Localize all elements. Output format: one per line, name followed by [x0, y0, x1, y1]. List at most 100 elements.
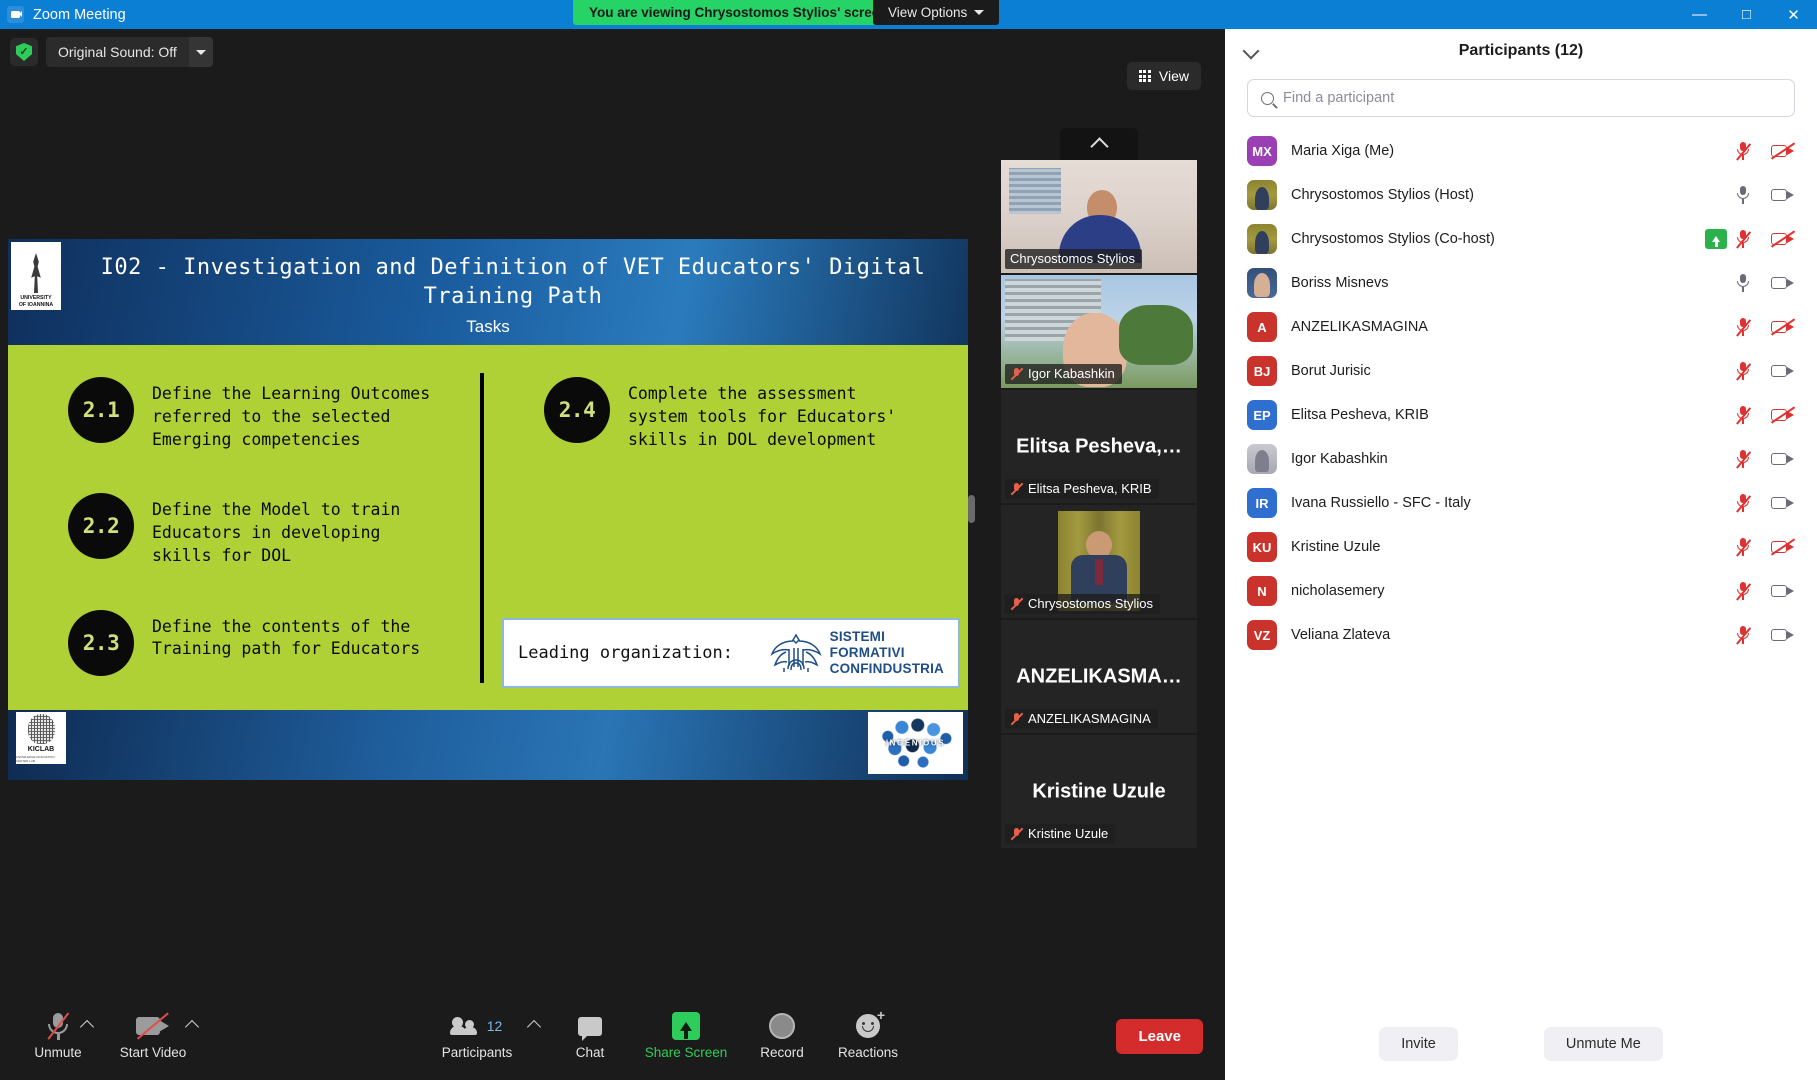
original-sound-dropdown-arrow[interactable]: [188, 37, 213, 67]
video-thumbnail[interactable]: Chrysostomos Stylios: [1001, 505, 1197, 618]
leading-organization-box: Leading organization: SISTEMI FORMATIVI …: [502, 618, 960, 688]
participant-row[interactable]: KU Kristine Uzule: [1225, 525, 1817, 569]
maximize-button[interactable]: □: [1723, 0, 1770, 29]
view-options-button[interactable]: View Options: [873, 0, 1000, 25]
mic-off-icon: [1010, 482, 1023, 496]
task-number: 2.2: [68, 493, 134, 560]
slide-header: UNIVERSITY OF IOANNINA I02 - Investigati…: [8, 239, 968, 345]
audio-options-arrow[interactable]: [80, 1017, 94, 1031]
kiclab-logo: KICLAB KNOWLEDGE INNOVATION CENTER LAB: [16, 712, 66, 764]
camera-on-icon[interactable]: [1771, 187, 1795, 203]
slide-body: 2.1 Define the Learning Outcomes referre…: [8, 345, 968, 710]
participant-name: Veliana Zlateva: [1291, 627, 1391, 643]
video-thumbnail[interactable]: Kristine Uzule Kristine Uzule: [1001, 735, 1197, 848]
zoom-app-icon: [7, 6, 24, 23]
view-layout-button[interactable]: View: [1126, 62, 1201, 90]
mic-on-icon[interactable]: [1735, 185, 1751, 205]
participant-row[interactable]: VZ Veliana Zlateva: [1225, 613, 1817, 657]
original-sound-button[interactable]: Original Sound: Off: [46, 37, 213, 67]
thumbnail-name-label: Chrysostomos Stylios: [1005, 594, 1160, 614]
participant-row[interactable]: MX Maria Xiga (Me): [1225, 129, 1817, 173]
thumbnail-display-name: ANZELIKASMA…: [1016, 665, 1182, 687]
participant-search-box[interactable]: [1247, 79, 1795, 117]
screen-share-banner: You are viewing Chrysostomos Stylios' sc…: [573, 0, 904, 25]
mic-off-icon[interactable]: [1735, 405, 1751, 425]
search-input[interactable]: [1283, 90, 1781, 106]
share-screen-button[interactable]: Share Screen: [638, 1009, 734, 1060]
share-screen-label: Share Screen: [644, 1045, 728, 1060]
participant-row[interactable]: Chrysostomos Stylios (Host): [1225, 173, 1817, 217]
camera-on-icon[interactable]: [1771, 363, 1795, 379]
chat-button[interactable]: Chat: [542, 1009, 638, 1060]
task-number: 2.4: [544, 377, 610, 443]
participant-row[interactable]: A ANZELIKASMAGINA: [1225, 305, 1817, 349]
participant-row[interactable]: Igor Kabashkin: [1225, 437, 1817, 481]
mic-off-icon: [1010, 597, 1023, 611]
mic-off-icon[interactable]: [1735, 537, 1751, 557]
view-button-label: View: [1158, 68, 1189, 84]
camera-off-icon[interactable]: [1770, 230, 1796, 248]
camera-on-icon[interactable]: [1771, 627, 1795, 643]
participant-status-icons: [1735, 405, 1796, 425]
participant-name: ANZELIKASMAGINA: [1291, 319, 1428, 335]
mic-off-icon: [1010, 827, 1023, 841]
minimize-button[interactable]: —: [1676, 0, 1723, 29]
video-thumbnail[interactable]: Elitsa Pesheva,… Elitsa Pesheva, KRIB: [1001, 390, 1197, 503]
view-options-label: View Options: [888, 5, 968, 20]
video-thumbnail[interactable]: Chrysostomos Stylios: [1001, 160, 1197, 273]
invite-button[interactable]: Invite: [1379, 1027, 1458, 1061]
mic-off-icon[interactable]: [1735, 361, 1751, 381]
video-thumbnail[interactable]: ANZELIKASMA… ANZELIKASMAGINA: [1001, 620, 1197, 733]
mic-off-icon[interactable]: [1735, 581, 1751, 601]
chevron-up-icon: [1089, 137, 1109, 156]
mic-off-icon: [1010, 367, 1023, 381]
reactions-button[interactable]: + Reactions: [820, 1008, 916, 1060]
participant-row[interactable]: BJ Borut Jurisic: [1225, 349, 1817, 393]
record-button[interactable]: Record: [734, 1009, 830, 1060]
participant-name: Igor Kabashkin: [1291, 451, 1388, 467]
mic-off-icon[interactable]: [1735, 493, 1751, 513]
participant-status-icons: [1735, 625, 1795, 645]
participants-button[interactable]: 12 Participants: [429, 1009, 525, 1060]
video-thumbnail[interactable]: Igor Kabashkin: [1001, 275, 1197, 388]
camera-on-icon[interactable]: [1771, 495, 1795, 511]
collapse-thumbnails-button[interactable]: [1060, 128, 1138, 160]
leave-button[interactable]: Leave: [1116, 1019, 1203, 1054]
participant-row[interactable]: N nicholasemery: [1225, 569, 1817, 613]
task-number: 2.3: [68, 609, 134, 676]
share-scrollbar[interactable]: [968, 495, 975, 523]
mic-off-icon[interactable]: [1735, 449, 1751, 469]
slide-footer: KICLAB KNOWLEDGE INNOVATION CENTER LAB I…: [8, 710, 968, 780]
camera-off-icon: [136, 1009, 170, 1043]
participant-name: nicholasemery: [1291, 583, 1385, 599]
camera-on-icon[interactable]: [1771, 583, 1795, 599]
chevron-down-icon[interactable]: [1243, 43, 1259, 59]
camera-off-icon[interactable]: [1770, 406, 1796, 424]
mic-off-icon[interactable]: [1735, 141, 1751, 161]
mic-off-icon[interactable]: [1735, 317, 1751, 337]
participant-row[interactable]: IR Ivana Russiello - SFC - Italy: [1225, 481, 1817, 525]
participant-status-icons: [1735, 273, 1795, 293]
participant-row[interactable]: EP Elitsa Pesheva, KRIB: [1225, 393, 1817, 437]
grid-icon: [1138, 70, 1151, 82]
participant-row[interactable]: Boriss Misnevs: [1225, 261, 1817, 305]
camera-off-icon[interactable]: [1770, 142, 1796, 160]
people-icon: 12: [449, 1009, 502, 1043]
record-circle-icon: [769, 1009, 795, 1043]
camera-on-icon[interactable]: [1771, 275, 1795, 291]
thumbnail-name-text: Chrysostomos Stylios: [1028, 596, 1153, 611]
mic-off-icon[interactable]: [1735, 229, 1751, 249]
close-button[interactable]: ✕: [1770, 0, 1817, 29]
video-options-arrow[interactable]: [185, 1017, 199, 1031]
camera-off-icon[interactable]: [1770, 318, 1796, 336]
university-logo-line1: UNIVERSITY: [20, 295, 52, 301]
mic-on-icon[interactable]: [1735, 273, 1751, 293]
thumbnail-name-label: Elitsa Pesheva, KRIB: [1005, 479, 1159, 499]
mic-off-icon[interactable]: [1735, 625, 1751, 645]
participants-options-arrow[interactable]: [527, 1017, 541, 1031]
participant-row[interactable]: Chrysostomos Stylios (Co-host): [1225, 217, 1817, 261]
camera-off-icon[interactable]: [1770, 538, 1796, 556]
task-text: Define the Learning Outcomes referred to…: [152, 384, 431, 449]
camera-on-icon[interactable]: [1771, 451, 1795, 467]
unmute-me-button[interactable]: Unmute Me: [1543, 1027, 1663, 1061]
